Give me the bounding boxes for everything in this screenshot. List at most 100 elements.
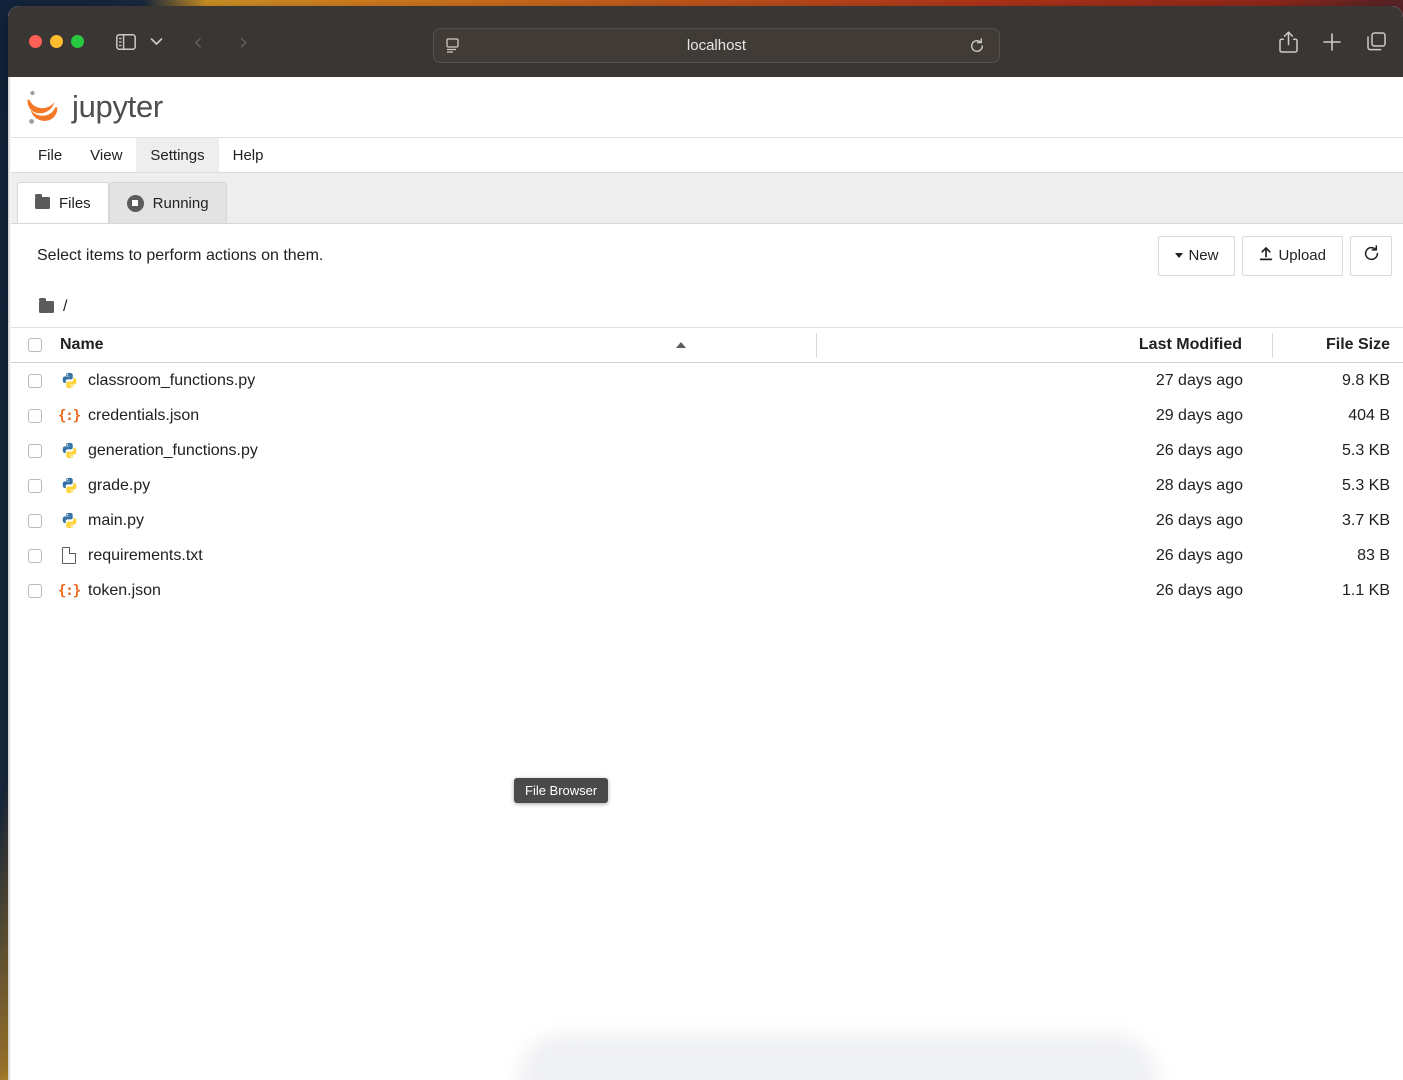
- jupyter-logo-icon: [27, 90, 58, 124]
- file-size: 3.7 KB: [1341, 511, 1390, 529]
- menu-item-settings[interactable]: Settings: [136, 138, 219, 172]
- column-header-last-modified[interactable]: Last Modified: [817, 336, 1272, 354]
- menu-item-help[interactable]: Help: [219, 138, 278, 172]
- folder-icon: [39, 298, 54, 313]
- row-name-cell[interactable]: classroom_functions.py: [42, 372, 817, 390]
- table-row[interactable]: main.py 26 days ago 3.7 KB: [8, 503, 1403, 538]
- caret-down-icon: [1175, 253, 1184, 258]
- row-checkbox[interactable]: [28, 513, 42, 528]
- file-size: 9.8 KB: [1341, 371, 1390, 389]
- new-button[interactable]: New: [1158, 235, 1236, 276]
- upload-button-label: Upload: [1278, 247, 1326, 264]
- zoom-window-button[interactable]: [71, 35, 84, 48]
- toolbar-right-actions: [1279, 30, 1387, 53]
- file-modified: 28 days ago: [1155, 476, 1243, 494]
- select-all-checkbox[interactable]: [28, 338, 42, 352]
- file-name: credentials.json: [88, 406, 200, 424]
- plus-icon[interactable]: [1322, 32, 1342, 52]
- chevron-down-icon[interactable]: [150, 37, 163, 46]
- action-bar: Select items to perform actions on them.…: [8, 224, 1403, 287]
- selection-hint: Select items to perform actions on them.: [37, 246, 324, 264]
- table-row[interactable]: classroom_functions.py 27 days ago 9.8 K…: [8, 363, 1403, 398]
- browser-toolbar: ‹ › localhost: [8, 6, 1403, 77]
- table-row[interactable]: grade.py 28 days ago 5.3 KB: [8, 468, 1403, 503]
- column-header-name[interactable]: Name: [42, 336, 816, 354]
- row-name-cell[interactable]: grade.py: [42, 477, 817, 495]
- json-file-icon: {:}: [57, 582, 81, 599]
- row-checkbox[interactable]: [28, 478, 42, 493]
- file-name: generation_functions.py: [88, 441, 258, 459]
- breadcrumb: /: [8, 287, 1403, 327]
- url-text[interactable]: localhost: [434, 37, 999, 54]
- row-name-cell[interactable]: generation_functions.py: [42, 442, 817, 460]
- text-file-icon: [60, 546, 78, 565]
- python-file-icon: [60, 512, 78, 530]
- row-name-cell[interactable]: requirements.txt: [42, 547, 817, 565]
- window-controls[interactable]: [29, 35, 84, 48]
- dock-glow: [518, 1034, 1158, 1080]
- file-name: main.py: [88, 511, 145, 529]
- refresh-icon: [1363, 245, 1380, 266]
- breadcrumb-path-root[interactable]: /: [63, 298, 67, 316]
- table-header-row: Name Last Modified File Size: [8, 327, 1403, 363]
- tab-files-label: Files: [59, 194, 91, 212]
- row-checkbox[interactable]: [28, 583, 42, 598]
- back-button[interactable]: ‹: [181, 27, 215, 56]
- file-browser-tooltip: File Browser: [514, 778, 609, 803]
- column-header-name-label: Name: [60, 336, 104, 353]
- table-row[interactable]: {:} token.json 26 days ago 1.1 KB: [8, 573, 1403, 608]
- row-checkbox[interactable]: [28, 373, 42, 388]
- row-name-cell[interactable]: {:} token.json: [42, 582, 817, 600]
- row-checkbox[interactable]: [28, 408, 42, 423]
- window-left-edge: [8, 77, 11, 1080]
- sidebar-toggle-icon[interactable]: [116, 33, 136, 50]
- share-icon[interactable]: [1279, 30, 1298, 53]
- upload-button[interactable]: Upload: [1242, 235, 1343, 276]
- reader-view-icon[interactable]: [446, 38, 461, 53]
- reload-icon[interactable]: [969, 37, 985, 54]
- menu-item-view[interactable]: View: [76, 138, 136, 172]
- python-file-icon: [60, 442, 78, 460]
- json-file-icon: {:}: [57, 407, 81, 424]
- file-modified: 29 days ago: [1155, 406, 1243, 424]
- stop-circle-icon: [126, 194, 144, 212]
- file-modified: 26 days ago: [1155, 441, 1243, 459]
- tab-overview-icon[interactable]: [1366, 31, 1387, 52]
- sort-ascending-icon: [676, 342, 686, 348]
- row-name-cell[interactable]: {:} credentials.json: [42, 407, 817, 425]
- file-size: 5.3 KB: [1341, 441, 1390, 459]
- table-row[interactable]: requirements.txt 26 days ago 83 B: [8, 538, 1403, 573]
- upload-icon: [1259, 246, 1273, 265]
- row-checkbox[interactable]: [28, 548, 42, 563]
- safari-browser-window: ‹ › localhost jupyter File View Settings…: [8, 6, 1403, 1080]
- menu-item-file[interactable]: File: [24, 138, 76, 172]
- desktop-wallpaper: ‹ › localhost jupyter File View Settings…: [0, 0, 1403, 1080]
- file-browser-table: Name Last Modified File Size classroom_f…: [8, 327, 1403, 608]
- jupyter-header: jupyter: [8, 77, 1403, 138]
- row-checkbox[interactable]: [28, 443, 42, 458]
- new-button-label: New: [1188, 247, 1219, 264]
- file-modified: 26 days ago: [1155, 511, 1243, 529]
- address-bar[interactable]: localhost: [433, 28, 1000, 63]
- tab-running-label: Running: [152, 194, 209, 212]
- file-size: 404 B: [1348, 406, 1390, 424]
- file-modified: 27 days ago: [1155, 371, 1243, 389]
- jupyter-logo[interactable]: jupyter: [24, 86, 163, 128]
- file-name: grade.py: [88, 476, 151, 494]
- column-header-file-size[interactable]: File Size: [1273, 336, 1403, 354]
- jupyter-wordmark: jupyter: [72, 89, 163, 124]
- forward-button[interactable]: ›: [227, 27, 261, 56]
- table-row[interactable]: {:} credentials.json 29 days ago 404 B: [8, 398, 1403, 433]
- refresh-button[interactable]: [1350, 235, 1392, 276]
- table-row[interactable]: generation_functions.py 26 days ago 5.3 …: [8, 433, 1403, 468]
- close-window-button[interactable]: [29, 35, 42, 48]
- file-name: token.json: [88, 581, 161, 599]
- file-modified: 26 days ago: [1155, 546, 1243, 564]
- row-name-cell[interactable]: main.py: [42, 512, 817, 530]
- minimize-window-button[interactable]: [50, 35, 63, 48]
- file-name: requirements.txt: [88, 546, 203, 564]
- tab-running[interactable]: Running: [108, 182, 227, 223]
- tab-files[interactable]: Files: [17, 182, 109, 223]
- file-size: 83 B: [1357, 546, 1390, 564]
- python-file-icon: [60, 477, 78, 495]
